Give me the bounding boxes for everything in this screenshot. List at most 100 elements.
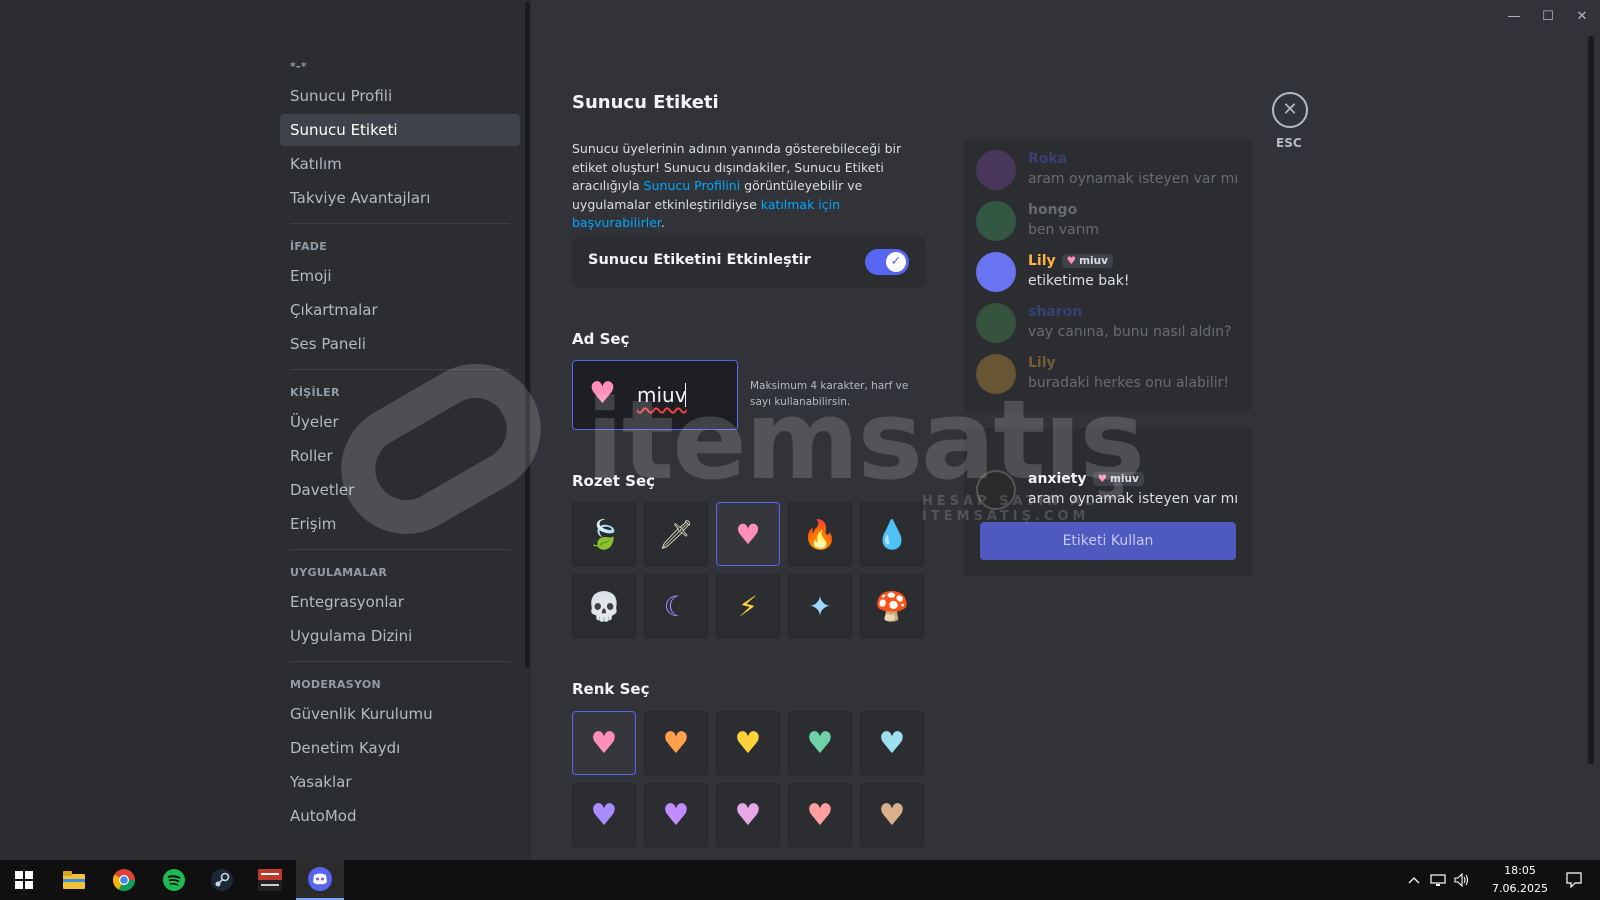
color-option-pink[interactable]: ♥ bbox=[572, 711, 636, 775]
text-caret bbox=[685, 383, 686, 407]
nav-group-title: İFADE bbox=[290, 240, 328, 253]
enable-tag-card: Sunucu Etiketini Etkinleştir ✓ bbox=[572, 236, 925, 288]
color-option-teal[interactable]: ♥ bbox=[788, 711, 852, 775]
avatar bbox=[976, 354, 1016, 394]
heart-icon: ♥ bbox=[806, 725, 834, 761]
close-settings-button[interactable]: ✕ bbox=[1272, 92, 1308, 128]
enable-tag-toggle[interactable]: ✓ bbox=[865, 249, 909, 275]
nav-separator bbox=[290, 661, 510, 662]
sidebar-item-erişim[interactable]: Erişim bbox=[280, 508, 520, 540]
file-explorer-icon[interactable] bbox=[50, 860, 98, 900]
windows-start-icon[interactable] bbox=[0, 860, 48, 900]
color-option-purple[interactable]: ♥ bbox=[644, 783, 708, 847]
discord-icon[interactable] bbox=[296, 860, 344, 900]
network-icon[interactable] bbox=[1426, 860, 1450, 900]
heart-icon: ♥ bbox=[662, 725, 690, 761]
use-tag-button[interactable]: Etiketi Kullan bbox=[980, 522, 1236, 560]
badge-option[interactable]: 🔥 bbox=[788, 502, 852, 566]
volume-icon[interactable] bbox=[1450, 860, 1474, 900]
color-option-light-pink[interactable]: ♥ bbox=[716, 783, 780, 847]
tag-name-input[interactable]: ♥ miuv bbox=[572, 360, 738, 430]
spotify-icon[interactable] bbox=[150, 860, 198, 900]
badge-option[interactable]: 💀 bbox=[572, 574, 636, 638]
color-option-lavender[interactable]: ♥ bbox=[572, 783, 636, 847]
username-text: anxiety bbox=[1028, 471, 1087, 487]
message-username: sharon bbox=[1028, 304, 1082, 320]
message-text: buradaki herkes onu alabilir! bbox=[1028, 375, 1229, 391]
badge-option[interactable]: ⚡ bbox=[716, 574, 780, 638]
main-scrollbar[interactable] bbox=[1588, 36, 1594, 764]
sidebar-item-entegrasyonlar[interactable]: Entegrasyonlar bbox=[280, 586, 520, 618]
sword-icon: 🗡 bbox=[658, 517, 694, 551]
heart-icon: ♥ bbox=[878, 797, 906, 833]
username-text: Lily bbox=[1028, 253, 1056, 269]
nav-separator bbox=[290, 369, 510, 370]
username-text: Roka bbox=[1028, 151, 1068, 167]
sidebar-item-automod[interactable]: AutoMod bbox=[280, 800, 520, 832]
tag-preview-self: anxiety ♥ miuv aram oynamak isteyen var mı… bbox=[964, 428, 1252, 576]
steam-icon[interactable] bbox=[198, 860, 246, 900]
close-window-button[interactable]: ✕ bbox=[1568, 6, 1596, 28]
settings-sidebar: *-* Sunucu Profili Sunucu Etiketi Katılım T… bbox=[0, 0, 531, 860]
nav-separator bbox=[290, 223, 510, 224]
clock-date[interactable]: 7.06.2025 bbox=[1488, 882, 1552, 895]
badge-option[interactable]: ✦ bbox=[788, 574, 852, 638]
sidebar-item-üyeler[interactable]: Üyeler bbox=[280, 406, 520, 438]
message-username: Roka bbox=[1028, 151, 1067, 167]
sidebar-item-yasaklar[interactable]: Yasaklar bbox=[280, 766, 520, 798]
sidebar-item-takviye-avantajları[interactable]: Takviye Avantajları bbox=[280, 182, 520, 214]
sidebar-item-denetim-kaydı[interactable]: Denetim Kaydı bbox=[280, 732, 520, 764]
nav-group-title: UYGULAMALAR bbox=[290, 566, 388, 579]
maximize-button[interactable]: ☐ bbox=[1534, 6, 1562, 28]
color-option-light-blue[interactable]: ♥ bbox=[860, 711, 924, 775]
mushroom-icon: 🍄 bbox=[874, 589, 910, 623]
chevron-up-icon[interactable] bbox=[1402, 860, 1426, 900]
chat-message: sharon vay canına, bunu nasıl aldın? bbox=[976, 303, 1246, 347]
badge-option[interactable]: 💧 bbox=[860, 502, 924, 566]
avatar bbox=[976, 470, 1016, 510]
sidebar-item-katılım[interactable]: Katılım bbox=[280, 148, 520, 180]
heart-icon: ♥ bbox=[590, 797, 618, 833]
chrome-icon[interactable] bbox=[100, 860, 148, 900]
badge-option[interactable]: 🍄 bbox=[860, 574, 924, 638]
page-description: Sunucu üyelerinin adının yanında göstere… bbox=[572, 140, 922, 233]
sidebar-item-roller[interactable]: Roller bbox=[280, 440, 520, 472]
sidebar-item-güvenlik-kurulumu[interactable]: Güvenlik Kurulumu bbox=[280, 698, 520, 730]
name-hint: Maksimum 4 karakter, harf ve sayı kullan… bbox=[750, 380, 909, 408]
fire-icon: 🔥 bbox=[802, 517, 838, 551]
notifications-icon[interactable] bbox=[1550, 860, 1598, 900]
heart-icon: ♥ bbox=[735, 517, 761, 551]
check-icon: ✓ bbox=[886, 252, 906, 272]
color-section-title: Renk Seç bbox=[572, 680, 650, 698]
server-profile-link[interactable]: Sunucu Profilini bbox=[644, 178, 741, 193]
badge-option[interactable]: 🗡 bbox=[644, 502, 708, 566]
badge-option[interactable]: ♥ bbox=[716, 502, 780, 566]
avatar bbox=[976, 303, 1016, 343]
minimize-button[interactable]: — bbox=[1500, 6, 1528, 28]
sidebar-scrollbar[interactable] bbox=[525, 2, 530, 668]
sidebar-item-çıkartmalar[interactable]: Çıkartmalar bbox=[280, 294, 520, 326]
nav-group-title: KİŞİLER bbox=[290, 386, 340, 399]
settings-nav: *-* Sunucu Profili Sunucu Etiketi Katılım T… bbox=[280, 54, 520, 834]
sidebar-item-ses-paneli[interactable]: Ses Paneli bbox=[280, 328, 520, 360]
badge-option[interactable]: ☾ bbox=[644, 574, 708, 638]
heart-icon: ♥ bbox=[1066, 255, 1077, 267]
sidebar-item-sunucu-etiketi[interactable]: Sunucu Etiketi bbox=[280, 114, 520, 146]
voicemeeter-icon[interactable] bbox=[246, 860, 294, 900]
color-option-tan[interactable]: ♥ bbox=[860, 783, 924, 847]
nav-separator bbox=[290, 549, 510, 550]
message-username: Lily ♥ miuv bbox=[1028, 253, 1113, 269]
sidebar-item-emoji[interactable]: Emoji bbox=[280, 260, 520, 292]
taskbar: 18:05 7.06.2025 bbox=[0, 860, 1600, 900]
color-option-salmon[interactable]: ♥ bbox=[788, 783, 852, 847]
page-title: Sunucu Etiketi bbox=[572, 92, 719, 113]
moon-icon: ☾ bbox=[663, 589, 689, 623]
sidebar-item-davetler[interactable]: Davetler bbox=[280, 474, 520, 506]
color-option-yellow[interactable]: ♥ bbox=[716, 711, 780, 775]
clock-time[interactable]: 18:05 bbox=[1500, 864, 1540, 877]
sidebar-item-sunucu-profili[interactable]: Sunucu Profili bbox=[280, 80, 520, 112]
sidebar-item-uygulama-dizini[interactable]: Uygulama Dizini bbox=[280, 620, 520, 652]
color-option-orange[interactable]: ♥ bbox=[644, 711, 708, 775]
badge-option[interactable]: 🍃 bbox=[572, 502, 636, 566]
heart-icon: ♥ bbox=[878, 725, 906, 761]
